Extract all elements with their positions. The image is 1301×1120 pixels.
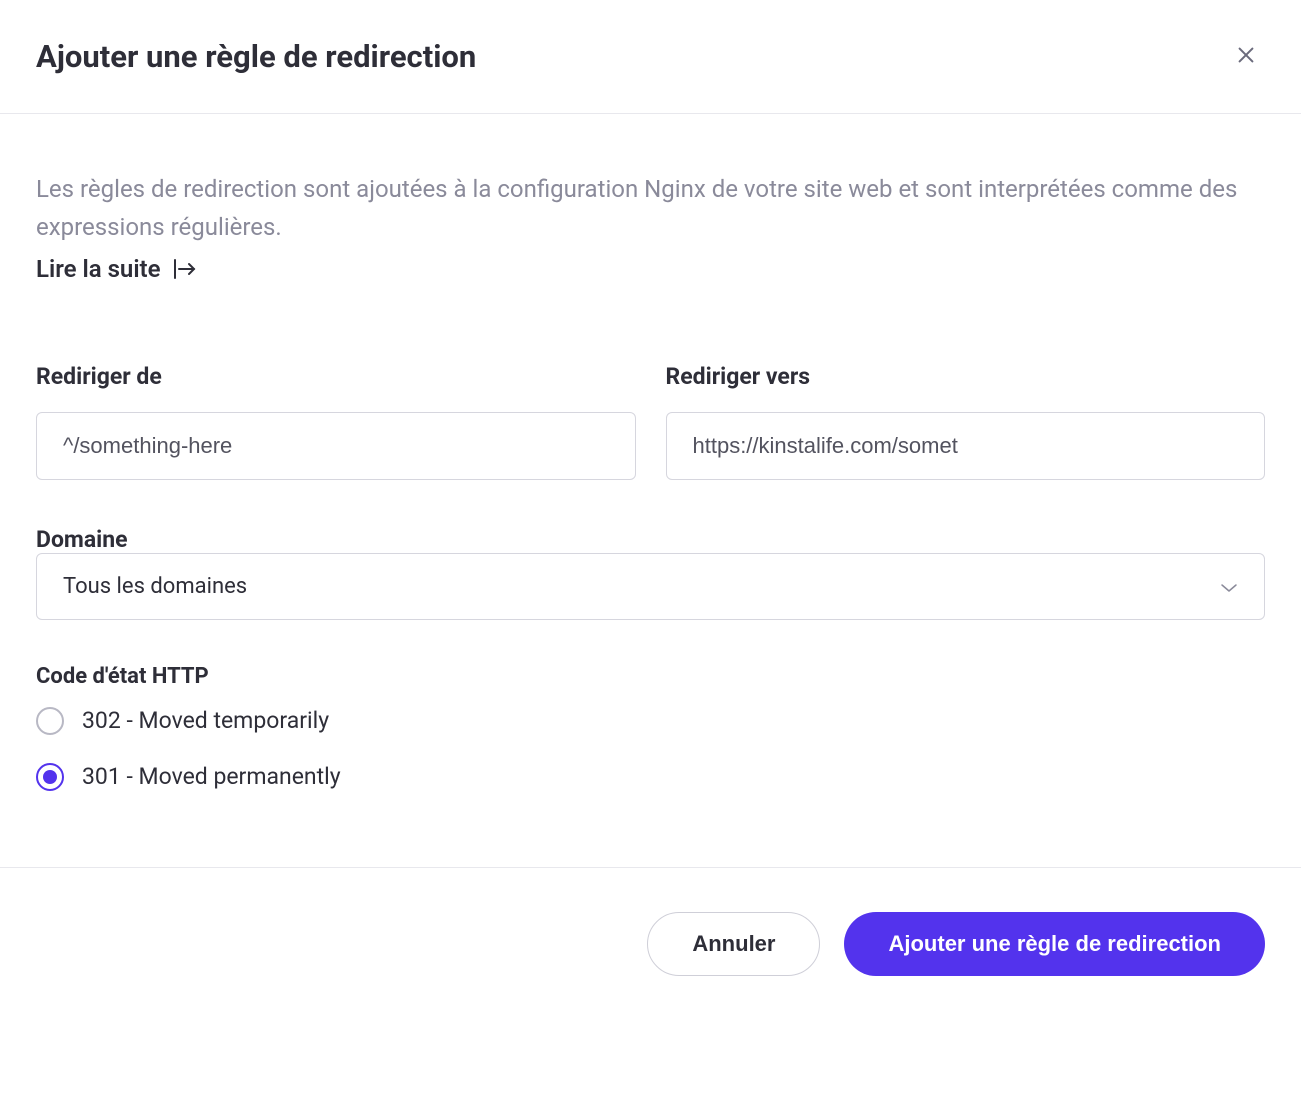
chevron-down-icon	[1220, 574, 1238, 599]
cancel-button[interactable]: Annuler	[647, 912, 820, 976]
radio-icon	[36, 707, 64, 735]
domain-label: Domaine	[36, 526, 128, 553]
redirect-from-input[interactable]	[36, 412, 636, 480]
read-more-link[interactable]: Lire la suite	[36, 255, 197, 283]
radio-label-302: 302 - Moved temporarily	[82, 707, 329, 734]
modal-title: Ajouter une règle de redirection	[36, 38, 476, 75]
radio-icon-selected	[36, 763, 64, 791]
modal-body: Les règles de redirection sont ajoutées …	[0, 114, 1301, 867]
modal-footer: Annuler Ajouter une règle de redirection	[0, 867, 1301, 1020]
submit-button[interactable]: Ajouter une règle de redirection	[844, 912, 1265, 976]
radio-label-301: 301 - Moved permanently	[82, 763, 341, 790]
redirect-from-group: Rediriger de	[36, 363, 636, 480]
domain-select[interactable]: Tous les domaines	[36, 553, 1265, 620]
radio-option-302[interactable]: 302 - Moved temporarily	[36, 707, 1265, 735]
close-button[interactable]	[1227, 36, 1265, 77]
redirect-to-input[interactable]	[666, 412, 1266, 480]
redirect-to-group: Rediriger vers	[666, 363, 1266, 480]
form-row-redirect: Rediriger de Rediriger vers	[36, 363, 1265, 480]
domain-group: Domaine Tous les domaines	[36, 526, 1265, 620]
external-link-icon	[173, 259, 197, 279]
read-more-label: Lire la suite	[36, 255, 161, 283]
radio-option-301[interactable]: 301 - Moved permanently	[36, 763, 1265, 791]
description-text: Les règles de redirection sont ajoutées …	[36, 170, 1265, 247]
redirect-to-label: Rediriger vers	[666, 363, 1266, 390]
add-redirect-modal: Ajouter une règle de redirection Les règ…	[0, 0, 1301, 1020]
redirect-from-label: Rediriger de	[36, 363, 636, 390]
status-code-label: Code d'état HTTP	[36, 664, 1265, 689]
modal-header: Ajouter une règle de redirection	[0, 0, 1301, 114]
status-code-group: Code d'état HTTP 302 - Moved temporarily…	[36, 664, 1265, 791]
domain-selected-value: Tous les domaines	[63, 574, 247, 599]
close-icon	[1235, 44, 1257, 69]
